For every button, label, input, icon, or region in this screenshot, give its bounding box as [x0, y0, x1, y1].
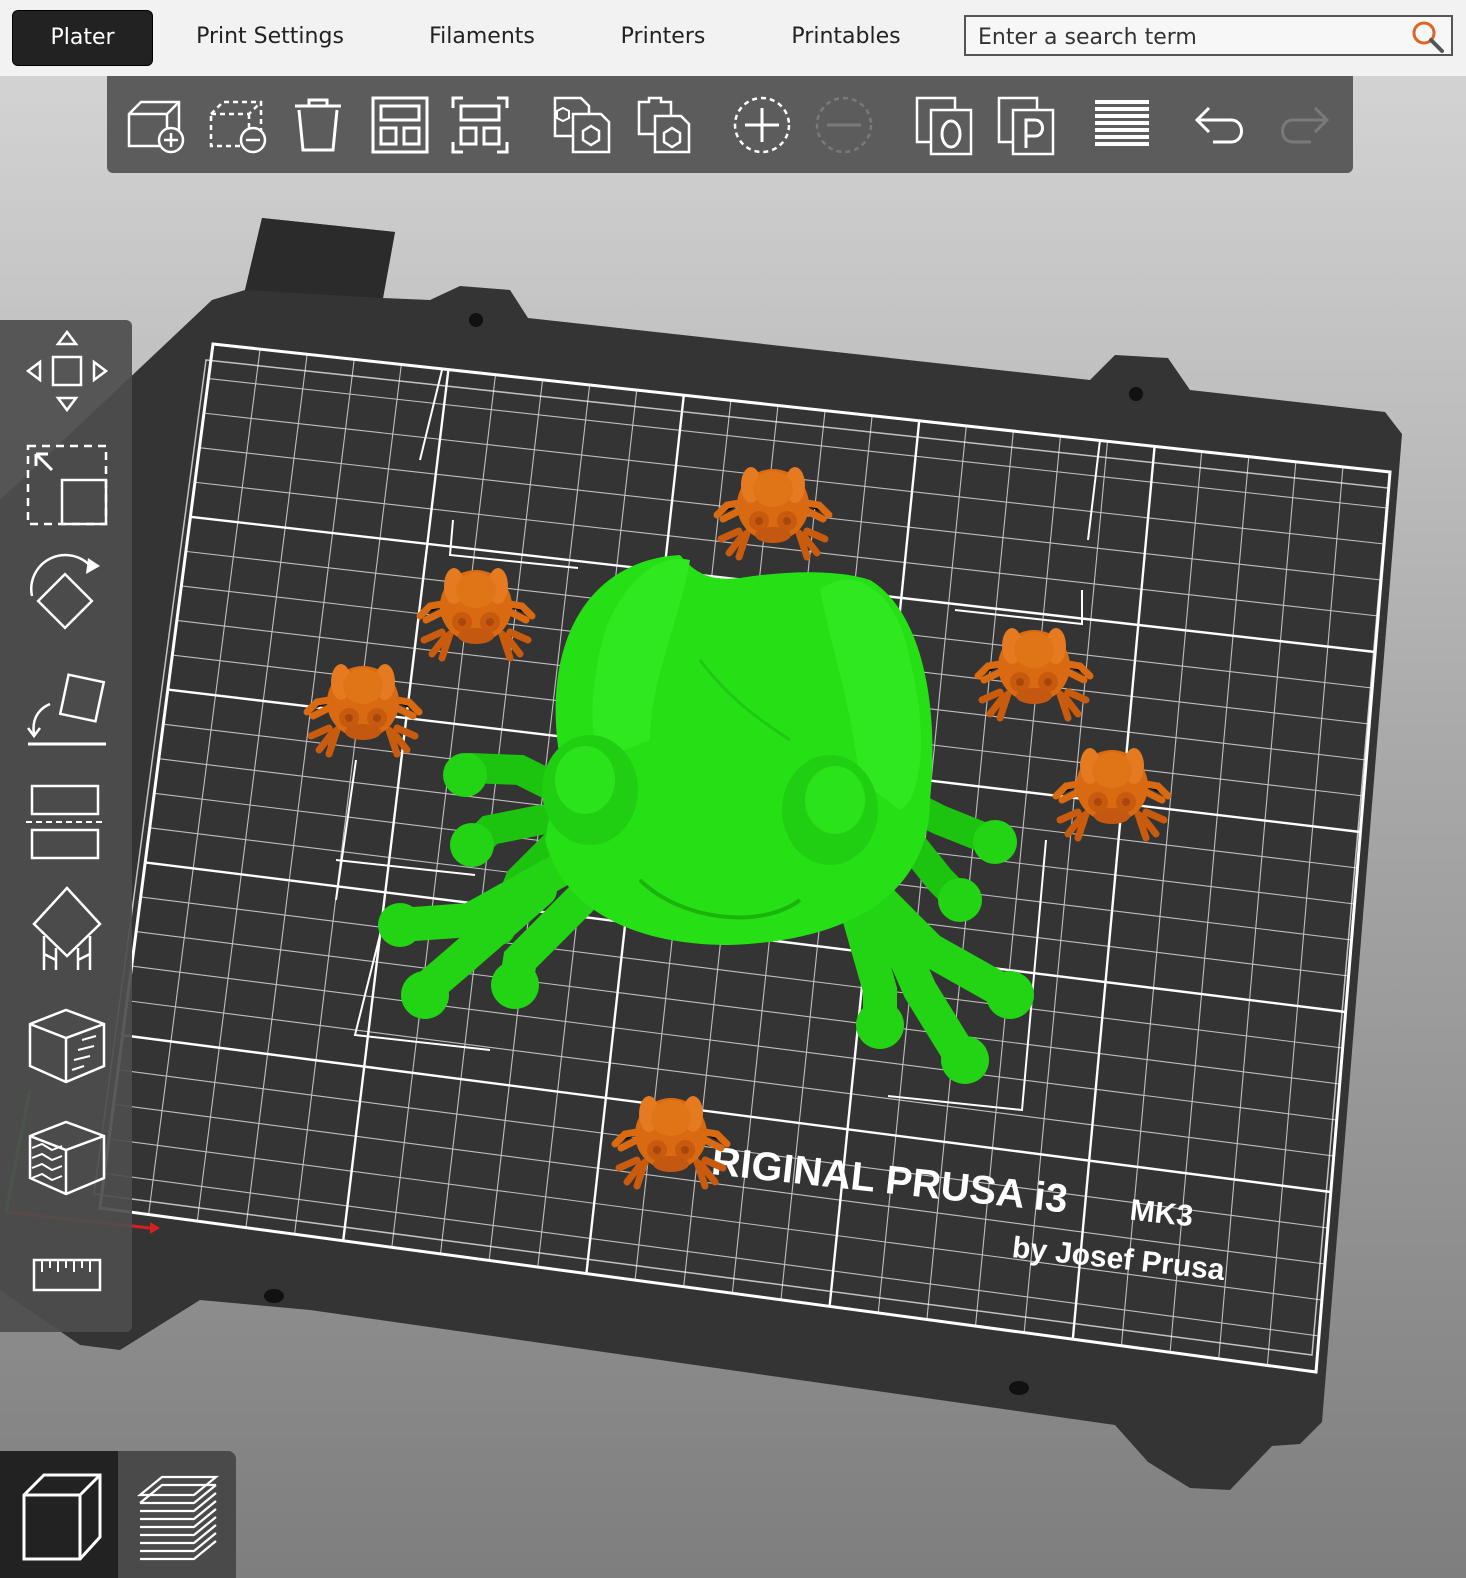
delete-all-icon[interactable]: [287, 94, 349, 156]
multimaterial-paint-icon[interactable]: [22, 1108, 112, 1198]
layer-editing-icon[interactable]: [1091, 94, 1153, 156]
gizmo-toolbar: [0, 320, 132, 1332]
add-object-icon[interactable]: [125, 94, 187, 156]
tab-print-settings[interactable]: Print Settings: [180, 10, 360, 64]
3d-view-button[interactable]: [0, 1451, 118, 1578]
3d-scene[interactable]: RIGINAL PRUSA i3 MK3 by Josef Prusa: [0, 76, 1466, 1578]
view-switcher: [0, 1451, 236, 1578]
cube-icon: [22, 1473, 102, 1561]
top-toolbar: [107, 76, 1353, 173]
measure-icon[interactable]: [22, 1230, 112, 1320]
copy-icon[interactable]: [551, 94, 613, 156]
print-bed: RIGINAL PRUSA i3 MK3 by Josef Prusa: [0, 218, 1402, 1490]
search-icon[interactable]: [1411, 20, 1445, 54]
tab-filaments[interactable]: Filaments: [412, 10, 552, 64]
split-objects-icon[interactable]: [913, 94, 975, 156]
undo-icon[interactable]: [1191, 94, 1253, 156]
search-input[interactable]: [976, 21, 1410, 53]
top-tab-bar: Plater Print Settings Filaments Printers…: [0, 0, 1466, 77]
search-box: [964, 15, 1453, 56]
move-icon[interactable]: [22, 326, 112, 416]
paste-icon[interactable]: [631, 94, 693, 156]
add-instance-icon[interactable]: [731, 94, 793, 156]
tab-printers[interactable]: Printers: [602, 10, 724, 64]
redo-icon[interactable]: [1271, 94, 1333, 156]
arrange-icon[interactable]: [369, 94, 431, 156]
place-on-face-icon[interactable]: [22, 660, 112, 750]
tab-plater[interactable]: Plater: [12, 10, 153, 66]
preview-button[interactable]: [118, 1451, 236, 1578]
tab-printables[interactable]: Printables: [778, 10, 914, 64]
scale-icon[interactable]: [22, 436, 112, 526]
bed-label-model: MK3: [1128, 1194, 1195, 1234]
arrange-selection-icon[interactable]: [449, 94, 511, 156]
rotate-icon[interactable]: [22, 548, 112, 638]
layers-icon: [136, 1475, 220, 1561]
remove-instance-icon[interactable]: [813, 94, 875, 156]
cut-icon[interactable]: [22, 772, 112, 862]
supports-paint-icon[interactable]: [22, 884, 112, 974]
split-parts-icon[interactable]: [995, 94, 1057, 156]
delete-selection-icon[interactable]: [207, 94, 269, 156]
seam-paint-icon[interactable]: [22, 996, 112, 1086]
